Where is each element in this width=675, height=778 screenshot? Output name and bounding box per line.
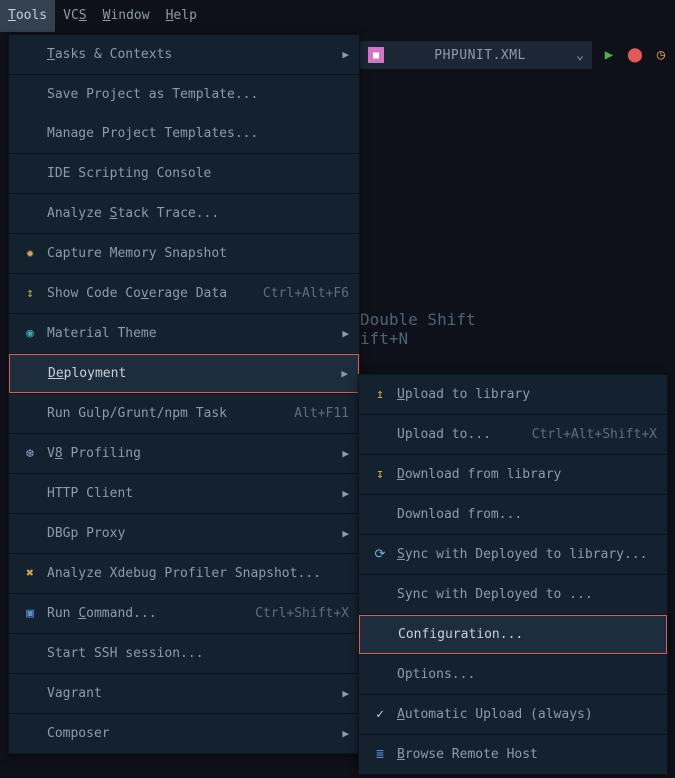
menu-tasks-contexts[interactable]: Tasks & Contexts ▶ bbox=[9, 35, 359, 74]
submenu-arrow-icon: ▶ bbox=[342, 327, 349, 340]
shortcut-label: Ctrl+Alt+F6 bbox=[263, 286, 349, 301]
menubar: Tools VCS Window Help bbox=[0, 0, 675, 32]
submenu-browse-remote[interactable]: ≣ Browse Remote Host bbox=[359, 735, 667, 774]
v8-icon: ❆ bbox=[21, 446, 39, 461]
deployment-submenu: ↥ Upload to library Upload to... Ctrl+Al… bbox=[358, 374, 668, 775]
menu-dbgp[interactable]: DBGp Proxy ▶ bbox=[9, 514, 359, 553]
menu-capture-memory[interactable]: ✹ Capture Memory Snapshot bbox=[9, 234, 359, 273]
menu-vagrant[interactable]: Vagrant ▶ bbox=[9, 674, 359, 713]
submenu-sync-with[interactable]: Sync with Deployed to ... bbox=[359, 575, 667, 614]
submenu-auto-upload[interactable]: ✓ Automatic Upload (always) bbox=[359, 695, 667, 734]
menu-http-client[interactable]: HTTP Client ▶ bbox=[9, 474, 359, 513]
submenu-upload[interactable]: ↥ Upload to library bbox=[359, 375, 667, 414]
menu-material-theme[interactable]: ◉ Material Theme ▶ bbox=[9, 314, 359, 353]
submenu-arrow-icon: ▶ bbox=[342, 487, 349, 500]
menu-run-command[interactable]: ▣ Run Command... Ctrl+Shift+X bbox=[9, 594, 359, 633]
check-icon: ✓ bbox=[371, 707, 389, 722]
menu-deployment[interactable]: Deployment ▶ bbox=[9, 354, 359, 393]
menubar-vcs[interactable]: VCS bbox=[55, 0, 94, 32]
coverage-menu-icon: ↕ bbox=[21, 286, 39, 301]
menubar-tools-rest: ools bbox=[16, 8, 47, 23]
coverage-icon[interactable]: ◷ bbox=[652, 47, 670, 63]
xdebug-icon: ✖ bbox=[21, 566, 39, 581]
theme-icon: ◉ bbox=[21, 326, 39, 341]
menu-analyze-stack[interactable]: Analyze Stack Trace... bbox=[9, 194, 359, 233]
menu-manage-templates[interactable]: Manage Project Templates... bbox=[9, 114, 359, 153]
menu-run-gulp[interactable]: Run Gulp/Grunt/npm Task Alt+F11 bbox=[9, 394, 359, 433]
debug-icon[interactable]: ⬤ bbox=[626, 47, 644, 63]
shortcut-label: Ctrl+Shift+X bbox=[255, 606, 349, 621]
submenu-arrow-icon: ▶ bbox=[342, 447, 349, 460]
menu-xdebug[interactable]: ✖ Analyze Xdebug Profiler Snapshot... bbox=[9, 554, 359, 593]
chevron-down-icon: ⌄ bbox=[576, 48, 584, 63]
submenu-options[interactable]: Options... bbox=[359, 655, 667, 694]
menu-save-template[interactable]: Save Project as Template... bbox=[9, 75, 359, 114]
shortcut-label: Alt+F11 bbox=[294, 406, 349, 421]
run-toolbar: ■ PHPUNIT.XML ⌄ ▶ ⬤ ◷ bbox=[360, 40, 670, 70]
submenu-sync[interactable]: ⟳ Sync with Deployed to library... bbox=[359, 535, 667, 574]
phpunit-icon: ■ bbox=[368, 47, 384, 63]
menu-ssh[interactable]: Start SSH session... bbox=[9, 634, 359, 673]
sync-icon: ⟳ bbox=[371, 547, 389, 562]
submenu-arrow-icon: ▶ bbox=[341, 367, 348, 380]
menu-composer[interactable]: Composer ▶ bbox=[9, 714, 359, 753]
submenu-arrow-icon: ▶ bbox=[342, 727, 349, 740]
menubar-tools[interactable]: Tools bbox=[0, 0, 55, 32]
remote-host-icon: ≣ bbox=[371, 747, 389, 762]
gear-icon: ✹ bbox=[21, 246, 39, 261]
run-icon[interactable]: ▶ bbox=[600, 47, 618, 63]
search-everywhere-hint: Double Shift ift+N bbox=[360, 310, 476, 348]
submenu-upload-to[interactable]: Upload to... Ctrl+Alt+Shift+X bbox=[359, 415, 667, 454]
submenu-download-from[interactable]: Download from... bbox=[359, 495, 667, 534]
submenu-arrow-icon: ▶ bbox=[342, 48, 349, 61]
menubar-help[interactable]: Help bbox=[158, 0, 205, 32]
submenu-arrow-icon: ▶ bbox=[342, 527, 349, 540]
run-config-selector[interactable]: ■ PHPUNIT.XML ⌄ bbox=[360, 41, 592, 69]
submenu-download[interactable]: ↧ Download from library bbox=[359, 455, 667, 494]
download-icon: ↧ bbox=[371, 467, 389, 482]
menubar-window[interactable]: Window bbox=[95, 0, 158, 32]
tools-menu: Tasks & Contexts ▶ Save Project as Templ… bbox=[8, 34, 360, 754]
submenu-arrow-icon: ▶ bbox=[342, 687, 349, 700]
terminal-icon: ▣ bbox=[21, 606, 39, 621]
submenu-configuration[interactable]: Configuration... bbox=[359, 615, 667, 654]
menu-show-coverage[interactable]: ↕ Show Code Coverage Data Ctrl+Alt+F6 bbox=[9, 274, 359, 313]
menu-ide-scripting[interactable]: IDE Scripting Console bbox=[9, 154, 359, 193]
menu-v8[interactable]: ❆ V8 Profiling ▶ bbox=[9, 434, 359, 473]
shortcut-label: Ctrl+Alt+Shift+X bbox=[532, 427, 657, 442]
upload-icon: ↥ bbox=[371, 387, 389, 402]
run-config-label: PHPUNIT.XML bbox=[392, 48, 568, 63]
